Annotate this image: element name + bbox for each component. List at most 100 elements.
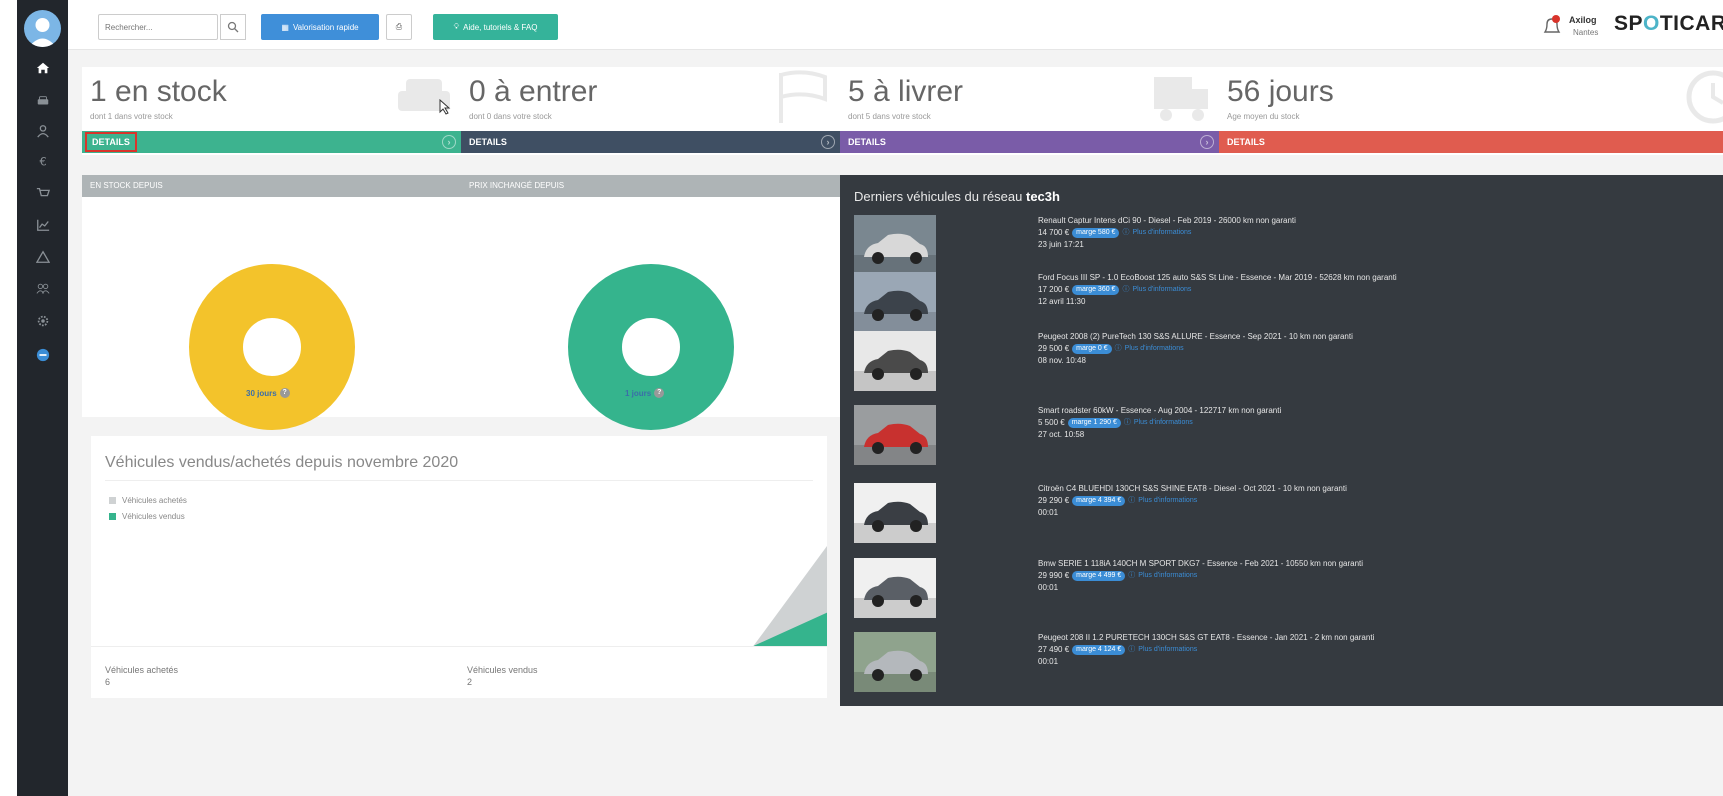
info-icon[interactable]: ⓘ [1115, 343, 1122, 355]
search-button[interactable] [220, 14, 246, 40]
vehicle-date: 12 avril 11:30 [1038, 297, 1086, 306]
vehicle-description[interactable]: Renault Captur Intens dCi 90 - Diesel - … [1038, 215, 1296, 227]
cart-icon[interactable] [17, 178, 68, 208]
vehicle-thumbnail[interactable] [854, 483, 936, 543]
vehicle-item[interactable]: Ford Focus III SP - 1.0 EcoBoost 125 aut… [854, 272, 1674, 334]
vehicle-date: 08 nov. 10:48 [1038, 356, 1086, 365]
notification-bell[interactable] [1541, 14, 1563, 38]
help-icon[interactable]: ? [654, 388, 665, 398]
vehicle-price-row: 14 700 € marge 580 € ⓘ Plus d'informations [1038, 227, 1296, 239]
vehicle-description[interactable]: Smart roadster 60kW - Essence - Aug 2004… [1038, 405, 1281, 417]
donut-segment[interactable] [189, 264, 355, 430]
area-series-sold[interactable] [91, 612, 827, 646]
bought-value: 6 [105, 677, 111, 687]
minus-circle-icon[interactable] [17, 340, 68, 370]
donut-chart [189, 264, 355, 430]
panel-header: EN STOCK DEPUIS [82, 175, 462, 197]
vehicle-info: Smart roadster 60kW - Essence - Aug 2004… [1038, 405, 1281, 441]
arrow-right-icon[interactable]: › [1200, 135, 1214, 149]
details-link[interactable]: DETAILS [1227, 137, 1265, 147]
vehicle-description[interactable]: Ford Focus III SP - 1.0 EcoBoost 125 aut… [1038, 272, 1397, 284]
vehicle-info: Citroën C4 BLUEHDI 130CH S&S SHINE EAT8 … [1038, 483, 1347, 519]
bought-label: Véhicules achetés [105, 665, 179, 675]
info-icon[interactable]: ⓘ [1124, 417, 1131, 429]
card-title: 1 en stock [90, 75, 227, 108]
main-content: ▦Valorisation rapide ⎙ 💡︎Aide, tutoriels… [68, 0, 1723, 796]
avatar[interactable] [24, 10, 61, 47]
user-name[interactable]: Axilog [1569, 15, 1597, 25]
info-icon[interactable]: ⓘ [1128, 570, 1135, 582]
vehicle-description[interactable]: Peugeot 2008 (2) PureTech 130 S&S ALLURE… [1038, 331, 1353, 343]
vehicle-thumbnail[interactable] [854, 558, 936, 618]
more-info-link[interactable]: Plus d'informations [1138, 495, 1197, 507]
details-bar[interactable]: DETAILS › [840, 131, 1220, 153]
sales-chart-panel: Véhicules vendus/achetés depuis novembre… [91, 436, 827, 698]
more-info-link[interactable]: Plus d'informations [1134, 417, 1193, 429]
card-title: 56 jours [1227, 75, 1334, 108]
vehicle-description[interactable]: Peugeot 208 II 1.2 PURETECH 130CH S&S GT… [1038, 632, 1374, 644]
user-icon[interactable] [17, 116, 68, 146]
info-icon[interactable]: ⓘ [1122, 284, 1129, 296]
vehicle-description[interactable]: Citroën C4 BLUEHDI 130CH S&S SHINE EAT8 … [1038, 483, 1347, 495]
vehicle-price-row: 29 500 € marge 0 € ⓘ Plus d'informations [1038, 343, 1353, 355]
valorisation-label: Valorisation rapide [292, 22, 359, 32]
vehicle-thumbnail[interactable] [854, 215, 936, 275]
vehicle-item[interactable]: Smart roadster 60kW - Essence - Aug 2004… [854, 405, 1674, 467]
donut-segment[interactable] [568, 264, 734, 430]
vehicle-item[interactable]: Peugeot 2008 (2) PureTech 130 S&S ALLURE… [854, 331, 1674, 393]
more-info-link[interactable]: Plus d'informations [1138, 570, 1197, 582]
vehicle-description[interactable]: Bmw SERIE 1 118iA 140CH M SPORT DKG7 - E… [1038, 558, 1363, 570]
vehicle-thumbnail[interactable] [854, 331, 936, 391]
gear-icon[interactable] [17, 306, 68, 336]
network-name: tec3h [1026, 189, 1060, 204]
more-info-link[interactable]: Plus d'informations [1132, 227, 1191, 239]
arrow-right-icon[interactable]: › [442, 135, 456, 149]
help-icon[interactable]: ? [279, 388, 290, 398]
vehicle-info: Peugeot 2008 (2) PureTech 130 S&S ALLURE… [1038, 331, 1353, 367]
vehicle-thumbnail[interactable] [854, 405, 936, 465]
euro-icon[interactable]: € [17, 146, 68, 176]
users-icon[interactable] [17, 274, 68, 304]
area-series-bought[interactable] [91, 546, 827, 646]
stock-card: 1 en stock dont 1 dans votre stock DETAI… [82, 67, 462, 155]
vehicle-item[interactable]: Bmw SERIE 1 118iA 140CH M SPORT DKG7 - E… [854, 558, 1674, 620]
help-button[interactable]: 💡︎ Aide, tutoriels & FAQ [433, 14, 558, 40]
vehicle-price: 29 500 € [1038, 344, 1070, 353]
arrow-right-icon[interactable]: › [821, 135, 835, 149]
info-icon[interactable]: ⓘ [1122, 227, 1129, 239]
more-info-link[interactable]: Plus d'informations [1138, 644, 1197, 656]
more-info-link[interactable]: Plus d'informations [1132, 284, 1191, 296]
vehicle-price-row: 29 990 € marge 4 499 € ⓘ Plus d'information… [1038, 570, 1363, 582]
details-bar[interactable]: DETAILS › [461, 131, 841, 153]
details-link[interactable]: DETAILS [848, 137, 886, 147]
vehicle-thumbnail[interactable] [854, 632, 936, 692]
vehicle-item[interactable]: Peugeot 208 II 1.2 PURETECH 130CH S&S GT… [854, 632, 1674, 694]
more-info-link[interactable]: Plus d'informations [1125, 343, 1184, 355]
margin-badge: marge 4 394 € [1072, 496, 1126, 506]
margin-badge: marge 0 € [1072, 344, 1112, 354]
vehicle-info: Peugeot 208 II 1.2 PURETECH 130CH S&S GT… [1038, 632, 1374, 668]
to-deliver-card: 5 à livrer dont 5 dans votre stock DETAI… [840, 67, 1220, 155]
valorisation-button[interactable]: ▦ Valorisation rapide [261, 14, 379, 40]
vehicle-date: 27 oct. 10:58 [1038, 430, 1085, 439]
info-icon[interactable]: ⓘ [1128, 644, 1135, 656]
search-input[interactable] [98, 14, 218, 40]
vehicle-item[interactable]: Citroën C4 BLUEHDI 130CH S&S SHINE EAT8 … [854, 483, 1674, 545]
vehicle-item[interactable]: Renault Captur Intens dCi 90 - Diesel - … [854, 215, 1674, 277]
chart-icon[interactable] [17, 210, 68, 240]
print-button[interactable]: ⎙ [386, 14, 412, 40]
details-link[interactable]: DETAILS [85, 132, 137, 152]
vehicle-price: 27 490 € [1038, 645, 1070, 654]
vehicle-price-row: 29 290 € marge 4 394 € ⓘ Plus d'information… [1038, 495, 1347, 507]
vehicle-thumbnail[interactable] [854, 272, 936, 332]
details-bar[interactable]: DETAILS › [82, 131, 462, 153]
svg-text:€: € [39, 154, 46, 168]
car-icon[interactable] [17, 86, 68, 116]
network-title-prefix: Derniers véhicules du réseau [854, 189, 1023, 204]
details-link[interactable]: DETAILS [469, 137, 507, 147]
warning-icon[interactable] [17, 242, 68, 272]
area-chart [91, 546, 827, 646]
info-icon[interactable]: ⓘ [1128, 495, 1135, 507]
home-icon[interactable] [17, 53, 68, 83]
details-bar[interactable]: DETAILS [1219, 131, 1723, 153]
